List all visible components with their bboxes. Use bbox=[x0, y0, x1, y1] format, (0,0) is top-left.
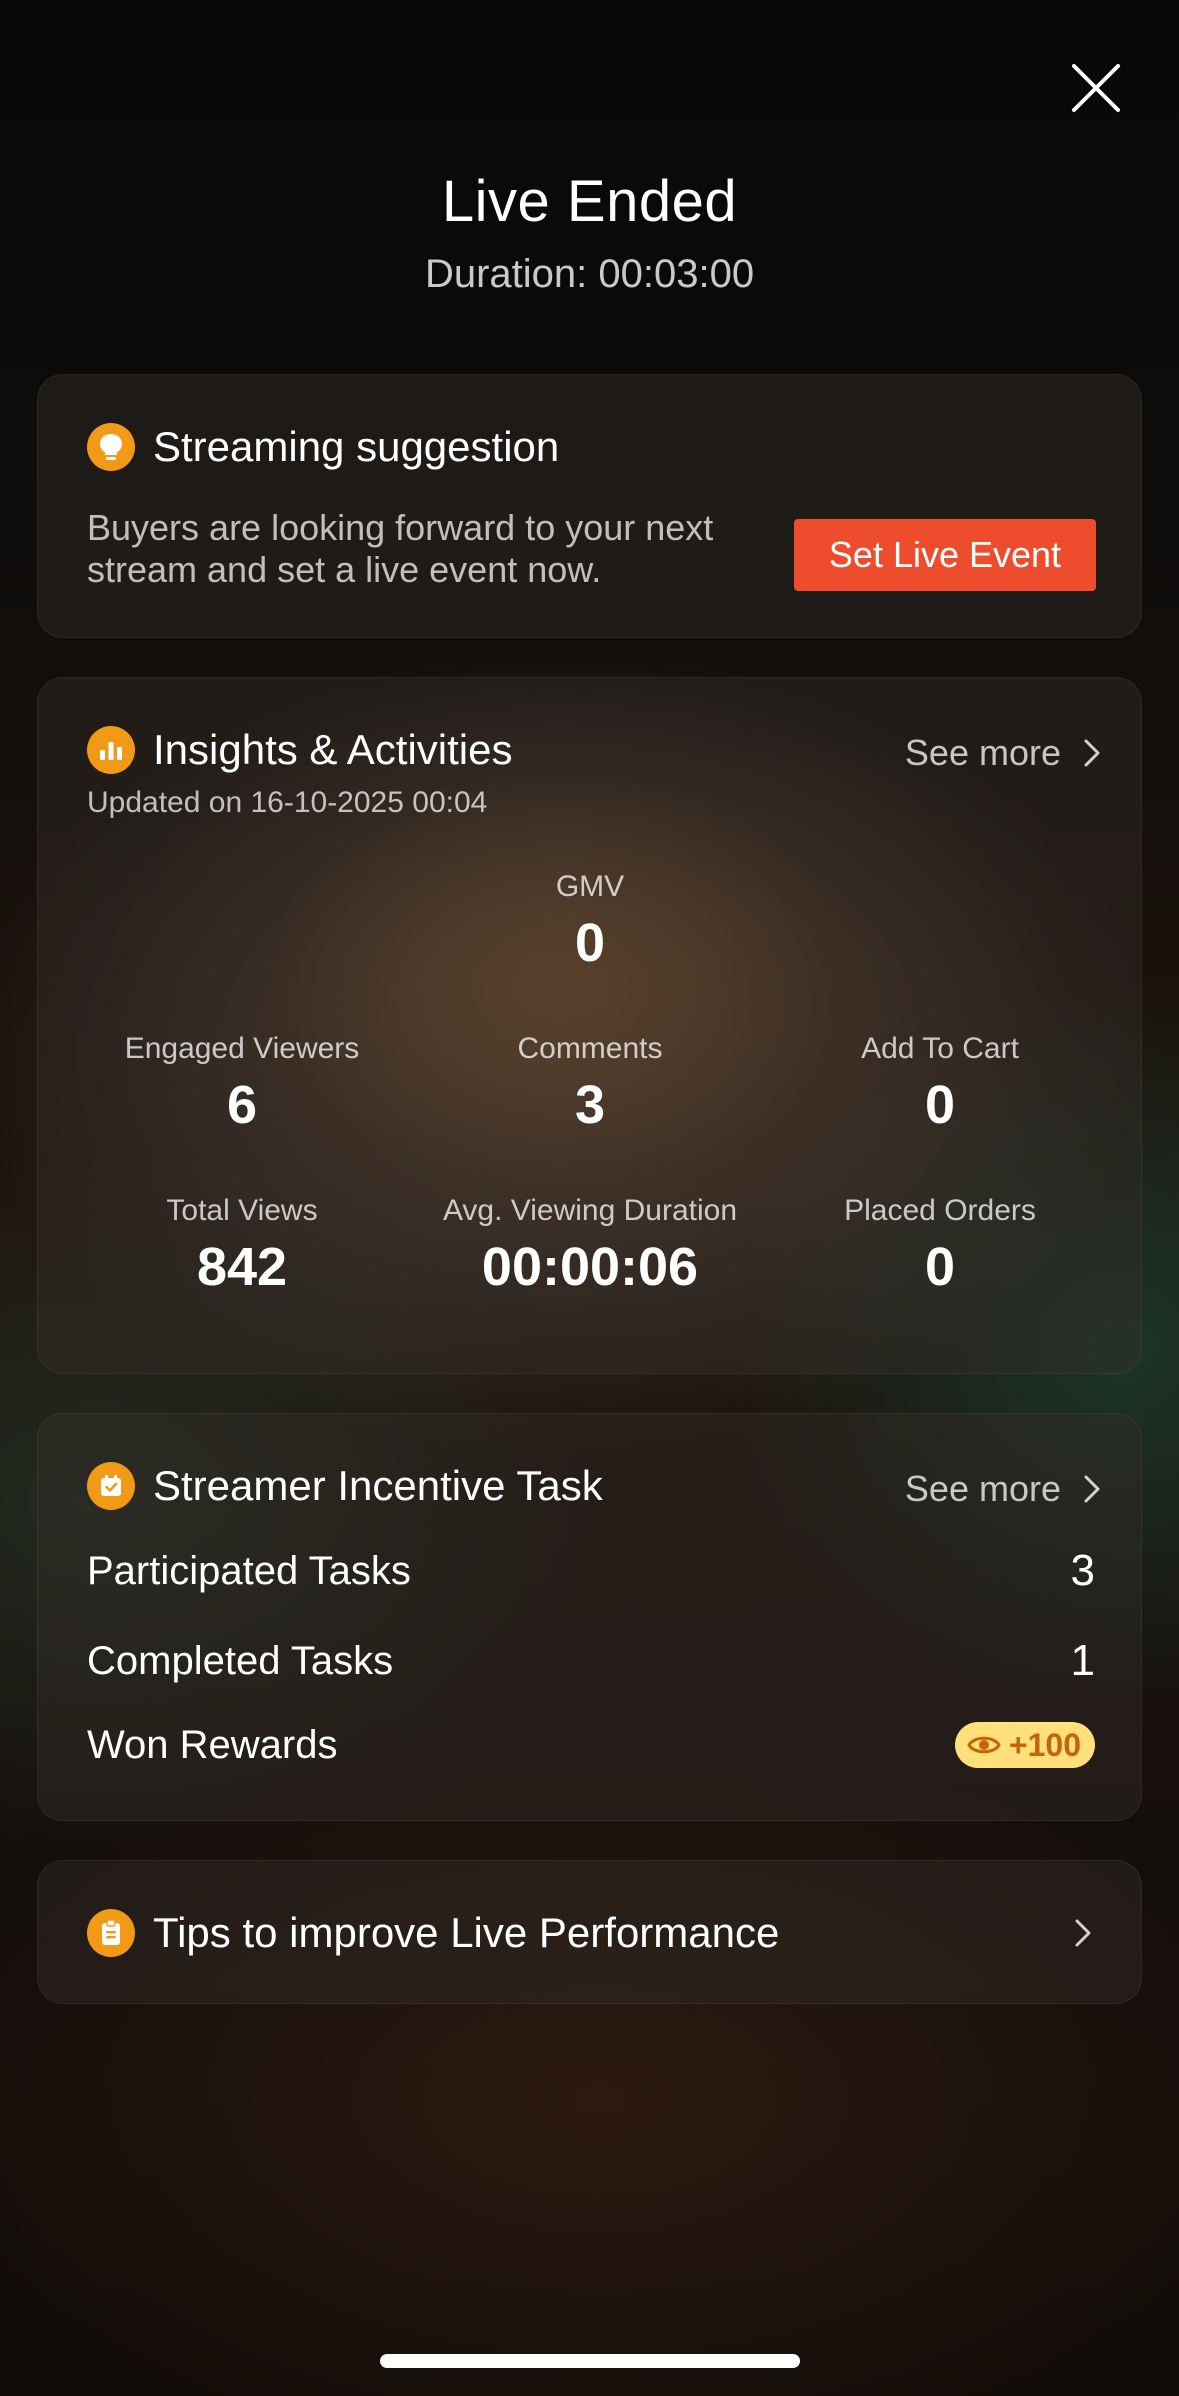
clipboard-icon bbox=[87, 1909, 135, 1957]
see-more-label: See more bbox=[904, 732, 1061, 773]
suggestion-header: Streaming suggestion bbox=[87, 423, 559, 471]
home-indicator[interactable] bbox=[380, 2354, 800, 2368]
tips-header: Tips to improve Live Performance bbox=[87, 1909, 779, 1957]
live-duration: Duration: 00:03:00 bbox=[424, 252, 755, 296]
metric-label: Comments bbox=[517, 1032, 663, 1065]
metric-value: 0 bbox=[924, 1237, 956, 1297]
suggestion-title: Streaming suggestion bbox=[153, 423, 560, 470]
close-icon[interactable] bbox=[1066, 58, 1126, 118]
eye-icon bbox=[967, 1736, 1001, 1754]
insights-header: Insights & Activities bbox=[87, 726, 512, 774]
page-title: Live Ended bbox=[441, 169, 738, 234]
chevron-right-icon bbox=[1084, 739, 1100, 767]
updated-timestamp: Updated on 16-10-2025 00:04 bbox=[87, 786, 488, 819]
row-label: Completed Tasks bbox=[87, 1638, 394, 1683]
row-value: 1 bbox=[1070, 1636, 1095, 1685]
incentive-title: Streamer Incentive Task bbox=[153, 1462, 603, 1509]
metric-gmv: GMV 0 bbox=[410, 870, 770, 974]
incentive-header: Streamer Incentive Task bbox=[87, 1462, 603, 1510]
insights-see-more-link[interactable]: See more bbox=[905, 732, 1101, 774]
metric-value: 3 bbox=[574, 1075, 606, 1135]
metric-label: Engaged Viewers bbox=[124, 1032, 360, 1065]
metric-value: 6 bbox=[226, 1075, 258, 1135]
insights-card: Insights & Activities See more Updated o… bbox=[37, 677, 1142, 1374]
row-value: 3 bbox=[1070, 1546, 1095, 1595]
metric-value: 0 bbox=[574, 913, 606, 973]
metric-comments: Comments 3 bbox=[410, 1032, 770, 1136]
suggestion-text: Buyers are looking forward to your next … bbox=[87, 507, 714, 590]
metric-avg-viewing-duration: Avg. Viewing Duration 00:00:06 bbox=[410, 1194, 770, 1298]
set-live-event-button[interactable]: Set Live Event bbox=[794, 519, 1096, 591]
metric-value: 00:00:06 bbox=[481, 1237, 699, 1297]
tips-title: Tips to improve Live Performance bbox=[153, 1909, 780, 1956]
participated-tasks-row: Participated Tasks 3 bbox=[87, 1546, 1095, 1596]
row-label: Won Rewards bbox=[87, 1722, 338, 1767]
incentive-see-more-link[interactable]: See more bbox=[905, 1468, 1101, 1510]
metric-label: Placed Orders bbox=[844, 1194, 1036, 1227]
chevron-right-icon bbox=[1084, 1475, 1100, 1503]
metric-value: 0 bbox=[924, 1075, 956, 1135]
metric-label: Total Views bbox=[166, 1194, 318, 1227]
calendar-check-icon bbox=[87, 1462, 135, 1510]
tips-card[interactable]: Tips to improve Live Performance bbox=[37, 1860, 1142, 2004]
metric-label: Avg. Viewing Duration bbox=[442, 1194, 738, 1227]
chevron-right-icon bbox=[1075, 1919, 1091, 1947]
incentive-task-card: Streamer Incentive Task See more Partici… bbox=[37, 1413, 1142, 1821]
metric-total-views: Total Views 842 bbox=[62, 1194, 422, 1298]
metric-placed-orders: Placed Orders 0 bbox=[760, 1194, 1120, 1298]
won-rewards-row: Won Rewards +100 bbox=[87, 1722, 1095, 1768]
reward-value: +100 bbox=[1008, 1726, 1081, 1763]
completed-tasks-row: Completed Tasks 1 bbox=[87, 1636, 1095, 1686]
lightbulb-icon bbox=[87, 423, 135, 471]
metric-value: 842 bbox=[196, 1237, 288, 1297]
row-label: Participated Tasks bbox=[87, 1548, 411, 1593]
bar-chart-icon bbox=[87, 726, 135, 774]
insights-title: Insights & Activities bbox=[153, 726, 513, 773]
see-more-label: See more bbox=[904, 1468, 1061, 1509]
metric-label: GMV bbox=[555, 870, 625, 903]
metric-label: Add To Cart bbox=[861, 1032, 1019, 1065]
metric-add-to-cart: Add To Cart 0 bbox=[760, 1032, 1120, 1136]
reward-badge: +100 bbox=[954, 1722, 1095, 1768]
metric-engaged-viewers: Engaged Viewers 6 bbox=[62, 1032, 422, 1136]
streaming-suggestion-card: Streaming suggestion Buyers are looking … bbox=[37, 374, 1142, 638]
